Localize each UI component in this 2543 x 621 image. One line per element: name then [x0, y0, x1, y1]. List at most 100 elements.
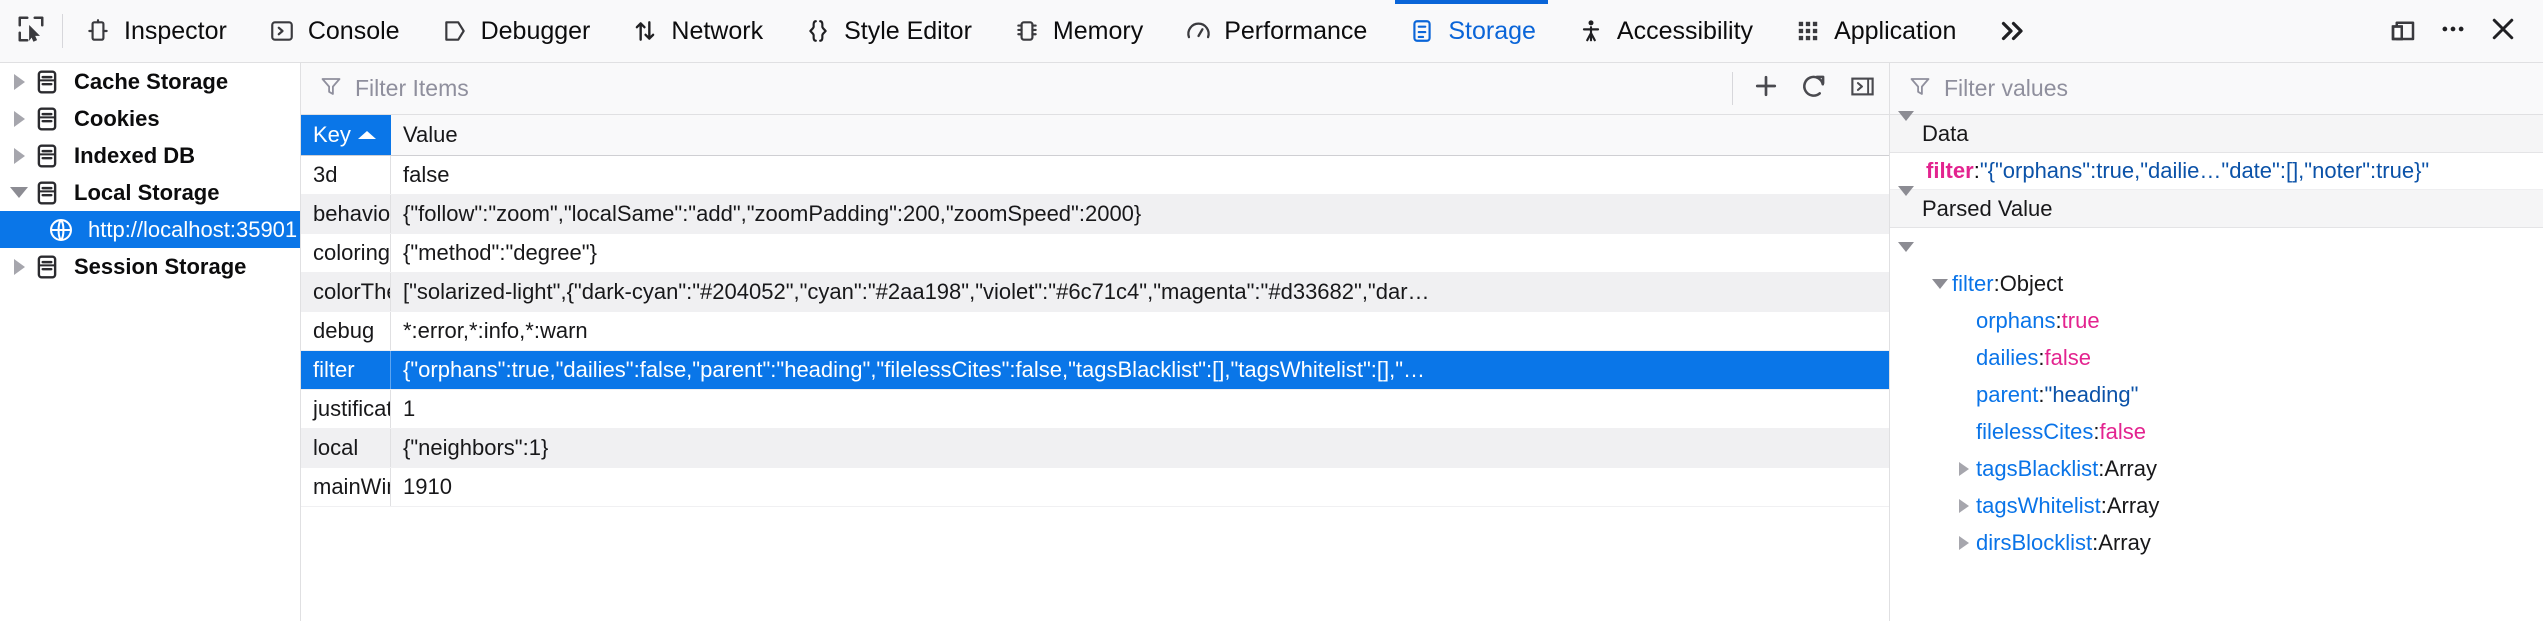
dock-toggle-button[interactable] [2381, 9, 2425, 53]
data-entry-value: "{"orphans":true,"dailie…"date":[],"note… [1979, 158, 2430, 183]
column-header-value[interactable]: Value [391, 115, 1889, 155]
table-row[interactable]: colorThe… ["solarized-light",{"dark-cyan… [301, 273, 1889, 312]
filter-items-placeholder: Filter Items [355, 75, 469, 101]
property-value: "heading" [2044, 381, 2139, 407]
table-row[interactable]: debug *:error,*:info,*:warn [301, 312, 1889, 351]
chevron-down-icon[interactable] [6, 187, 32, 198]
tab-inspector[interactable]: Inspector [63, 0, 247, 62]
refresh-icon [1800, 72, 1828, 105]
section-header-data[interactable]: Data [1890, 110, 2543, 153]
column-header-key[interactable]: Key [301, 115, 391, 155]
tree-item-label: Indexed DB [74, 142, 196, 168]
chevron-right-icon[interactable] [1952, 498, 1976, 513]
table-row[interactable]: behavior {"follow":"zoom","localSame":"a… [301, 195, 1889, 234]
devtools-tablist: Inspector Console Debugger Network Style… [63, 0, 2375, 62]
parsed-node-tagsBlacklist[interactable]: tagsBlacklist : Array [1890, 450, 2543, 487]
chevron-right-icon[interactable] [1952, 461, 1976, 476]
chevron-right-icon[interactable] [6, 73, 32, 90]
storage-icon [1407, 16, 1437, 46]
chevron-right-icon[interactable] [6, 147, 32, 164]
parsed-node-filter[interactable]: filter : Object [1890, 265, 2543, 302]
funnel-icon [1908, 74, 1932, 103]
parsed-root-node[interactable] [1890, 228, 2543, 265]
table-row[interactable]: justificati… 1 [301, 390, 1889, 429]
refresh-items-button[interactable] [1791, 68, 1837, 110]
accessibility-icon [1576, 16, 1606, 46]
property-value: Array [2104, 455, 2157, 481]
cell-value: {"neighbors":1} [403, 435, 549, 460]
parsed-node-parent[interactable]: parent : "heading" [1890, 376, 2543, 413]
cell-key: coloring [301, 234, 391, 272]
tab-network[interactable]: Network [610, 0, 783, 62]
chevron-down-icon[interactable] [1894, 241, 1918, 252]
tab-memory[interactable]: Memory [992, 0, 1163, 62]
column-header-label: Key [313, 122, 351, 147]
tab-debugger[interactable]: Debugger [420, 0, 611, 62]
tab-label: Memory [1052, 16, 1144, 45]
tree-item-indexed-db[interactable]: Indexed DB [0, 137, 300, 174]
tree-item-cookies[interactable]: Cookies [0, 100, 300, 137]
table-row[interactable]: local {"neighbors":1} [301, 429, 1889, 468]
devtools-settings-button[interactable] [2431, 9, 2475, 53]
table-row[interactable]: coloring {"method":"degree"} [301, 234, 1889, 273]
cell-key: local [301, 429, 391, 467]
parsed-node-dirsBlocklist[interactable]: dirsBlocklist : Array [1890, 524, 2543, 561]
toolbar-controls [2375, 0, 2543, 62]
table-row[interactable]: 3d false [301, 156, 1889, 195]
table-row-selected[interactable]: filter {"orphans":true,"dailies":false,"… [301, 351, 1889, 390]
chevron-right-icon[interactable] [6, 110, 32, 127]
chevron-right-icon[interactable] [6, 258, 32, 275]
add-item-button[interactable] [1743, 68, 1789, 110]
sort-ascending-icon [358, 131, 376, 139]
plus-icon [1752, 72, 1780, 105]
inspector-icon [83, 16, 113, 46]
filter-values-placeholder: Filter values [1944, 75, 2068, 101]
tree-item-cache-storage[interactable]: Cache Storage [0, 63, 300, 100]
tab-overflow-button[interactable] [1976, 0, 2042, 62]
section-title: Data [1922, 120, 1969, 146]
network-icon [630, 16, 660, 46]
parsed-node-filelessCites[interactable]: filelessCites : false [1890, 413, 2543, 450]
property-value: false [2099, 418, 2146, 444]
close-devtools-button[interactable] [2481, 9, 2525, 53]
tab-label: Performance [1224, 16, 1368, 45]
cell-value: false [403, 162, 450, 187]
tree-item-label: Local Storage [74, 179, 220, 205]
application-icon [1793, 16, 1823, 46]
value-sidebar: Filter values Data filter : "{"orphans":… [1890, 63, 2543, 621]
tree-item-localhost-origin[interactable]: http://localhost:35901 [0, 211, 300, 248]
parsed-node-tagsWhitelist[interactable]: tagsWhitelist : Array [1890, 487, 2543, 524]
property-name: tagsBlacklist [1976, 455, 2099, 481]
property-name: tagsWhitelist [1976, 492, 2101, 518]
chevron-down-icon[interactable] [1928, 278, 1952, 289]
cell-value: {"follow":"zoom","localSame":"add","zoom… [403, 201, 1142, 226]
database-icon [32, 69, 62, 95]
section-title: Parsed Value [1922, 195, 2053, 221]
tab-accessibility[interactable]: Accessibility [1556, 0, 1773, 62]
parsed-node-dailies[interactable]: dailies : false [1890, 339, 2543, 376]
console-icon [267, 16, 297, 46]
cell-value: {"method":"degree"} [403, 240, 597, 265]
tab-performance[interactable]: Performance [1163, 0, 1387, 62]
chevron-down-icon[interactable] [1898, 185, 1914, 222]
cell-value: *:error,*:info,*:warn [403, 318, 588, 343]
filter-values-input[interactable]: Filter values [1890, 63, 2543, 115]
chevron-down-icon[interactable] [1898, 110, 1914, 147]
table-row[interactable]: mainWin… 1910 [301, 468, 1889, 507]
tab-storage[interactable]: Storage [1387, 0, 1556, 62]
tree-item-session-storage[interactable]: Session Storage [0, 248, 300, 285]
tab-label: Inspector [124, 16, 227, 45]
element-picker-button[interactable] [0, 0, 62, 62]
data-entry-filter[interactable]: filter : "{"orphans":true,"dailie…"date"… [1890, 153, 2543, 190]
tab-application[interactable]: Application [1773, 0, 1976, 62]
filter-items-input[interactable]: Filter Items [319, 74, 1722, 103]
tab-style-editor[interactable]: Style Editor [783, 0, 992, 62]
parsed-node-orphans[interactable]: orphans : true [1890, 302, 2543, 339]
tree-item-local-storage[interactable]: Local Storage [0, 174, 300, 211]
chevron-right-icon[interactable] [1952, 535, 1976, 550]
section-header-parsed-value[interactable]: Parsed Value [1890, 185, 2543, 228]
tree-item-label: http://localhost:35901 [88, 216, 298, 242]
tab-console[interactable]: Console [247, 0, 420, 62]
cell-key: 3d [301, 156, 391, 194]
toggle-sidebar-button[interactable] [1839, 68, 1885, 110]
